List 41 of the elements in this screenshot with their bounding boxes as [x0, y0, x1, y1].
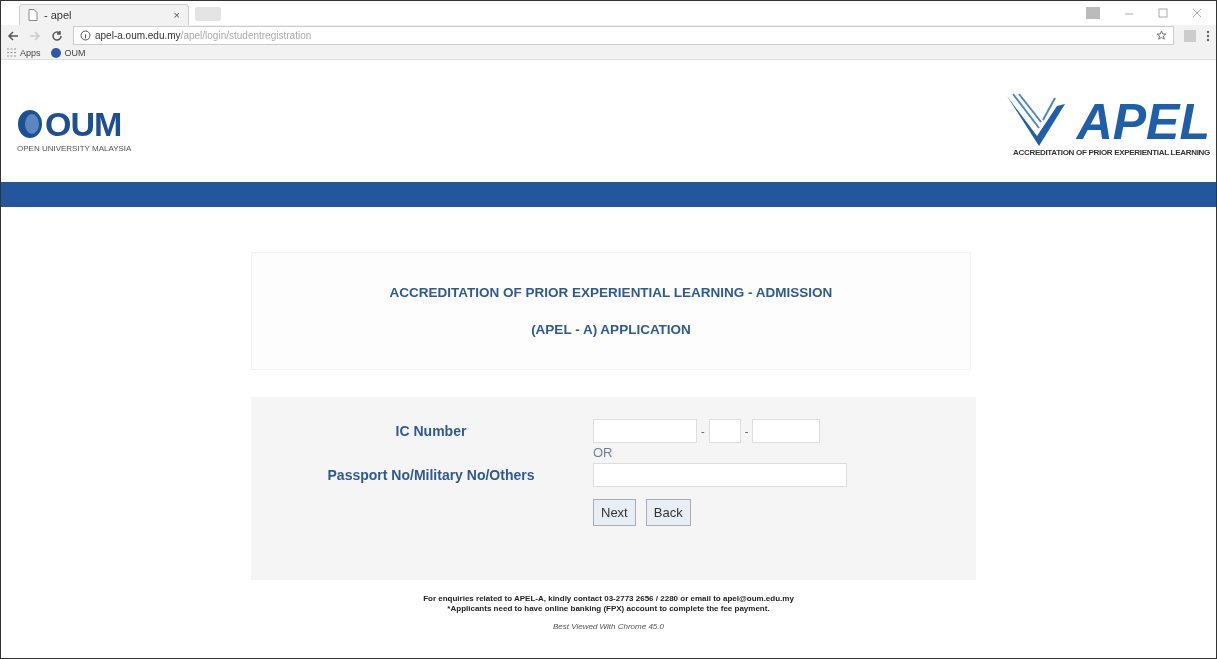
address-bar[interactable]: apel-a.oum.edu.my/apel/login/studentregistration	[73, 26, 1174, 45]
close-icon[interactable]	[1192, 8, 1202, 18]
bookmark-item[interactable]: Apps	[7, 46, 41, 59]
field-label: IC Number	[394, 423, 468, 439]
browser-tab[interactable]: - apel ×	[19, 4, 189, 25]
menu-icon[interactable]	[1206, 29, 1210, 42]
input-field[interactable]	[752, 419, 821, 443]
forward-icon[interactable]	[29, 29, 41, 42]
url-path: /apel/login/studentregistration	[180, 30, 312, 41]
star-icon[interactable]	[1156, 30, 1167, 41]
bookmark-item[interactable]: OUM	[50, 46, 86, 59]
logo-text: OUM	[45, 106, 122, 142]
back-button[interactable]: Back	[645, 499, 691, 526]
field-label: Passport No/Military No/Others	[326, 467, 536, 483]
page-title: ACCREDITATION OF PRIOR EXPERIENTIAL LEARNING - ADMISSION	[388, 285, 834, 300]
new-tab-button[interactable]	[195, 7, 221, 21]
apps-grid-icon	[7, 48, 16, 57]
globe-icon	[50, 47, 61, 58]
tab-close-button[interactable]: ×	[173, 9, 180, 21]
input-field[interactable]	[708, 419, 741, 443]
input-field[interactable]	[593, 463, 847, 487]
next-button[interactable]: Next	[593, 499, 636, 526]
back-icon[interactable]	[7, 29, 19, 42]
maximize-icon[interactable]	[1158, 8, 1168, 18]
separator-text: -	[744, 425, 749, 437]
footer-text: *Applicants need to have online banking (FPX) account to complete the fee payment.	[446, 604, 771, 614]
globe-logo-icon	[17, 109, 43, 139]
page-icon	[28, 9, 38, 21]
footer-text: For enquiries related to APEL-A, kindly contact 03-2773 2656 / 2280 or email to apel@oum.edu.my	[422, 594, 795, 604]
tab-title: - apel	[44, 9, 72, 21]
logo-tagline: OPEN UNIVERSITY MALAYSIA	[17, 144, 132, 153]
reload-icon[interactable]	[51, 29, 63, 42]
logo-text: APEL	[1076, 96, 1210, 148]
separator-text: -	[701, 425, 705, 437]
info-icon	[80, 30, 91, 41]
or-text: OR	[593, 447, 613, 459]
logo-tagline: ACCREDITATION OF PRIOR EXPERIENTIAL LEARNING	[1012, 148, 1210, 157]
page-title: (APEL - A) APPLICATION	[530, 322, 692, 337]
footer-note: Best Viewed With Chrome 45.0	[552, 622, 665, 632]
input-field[interactable]	[593, 419, 697, 443]
url-host: apel-a.oum.edu.my	[95, 30, 181, 41]
